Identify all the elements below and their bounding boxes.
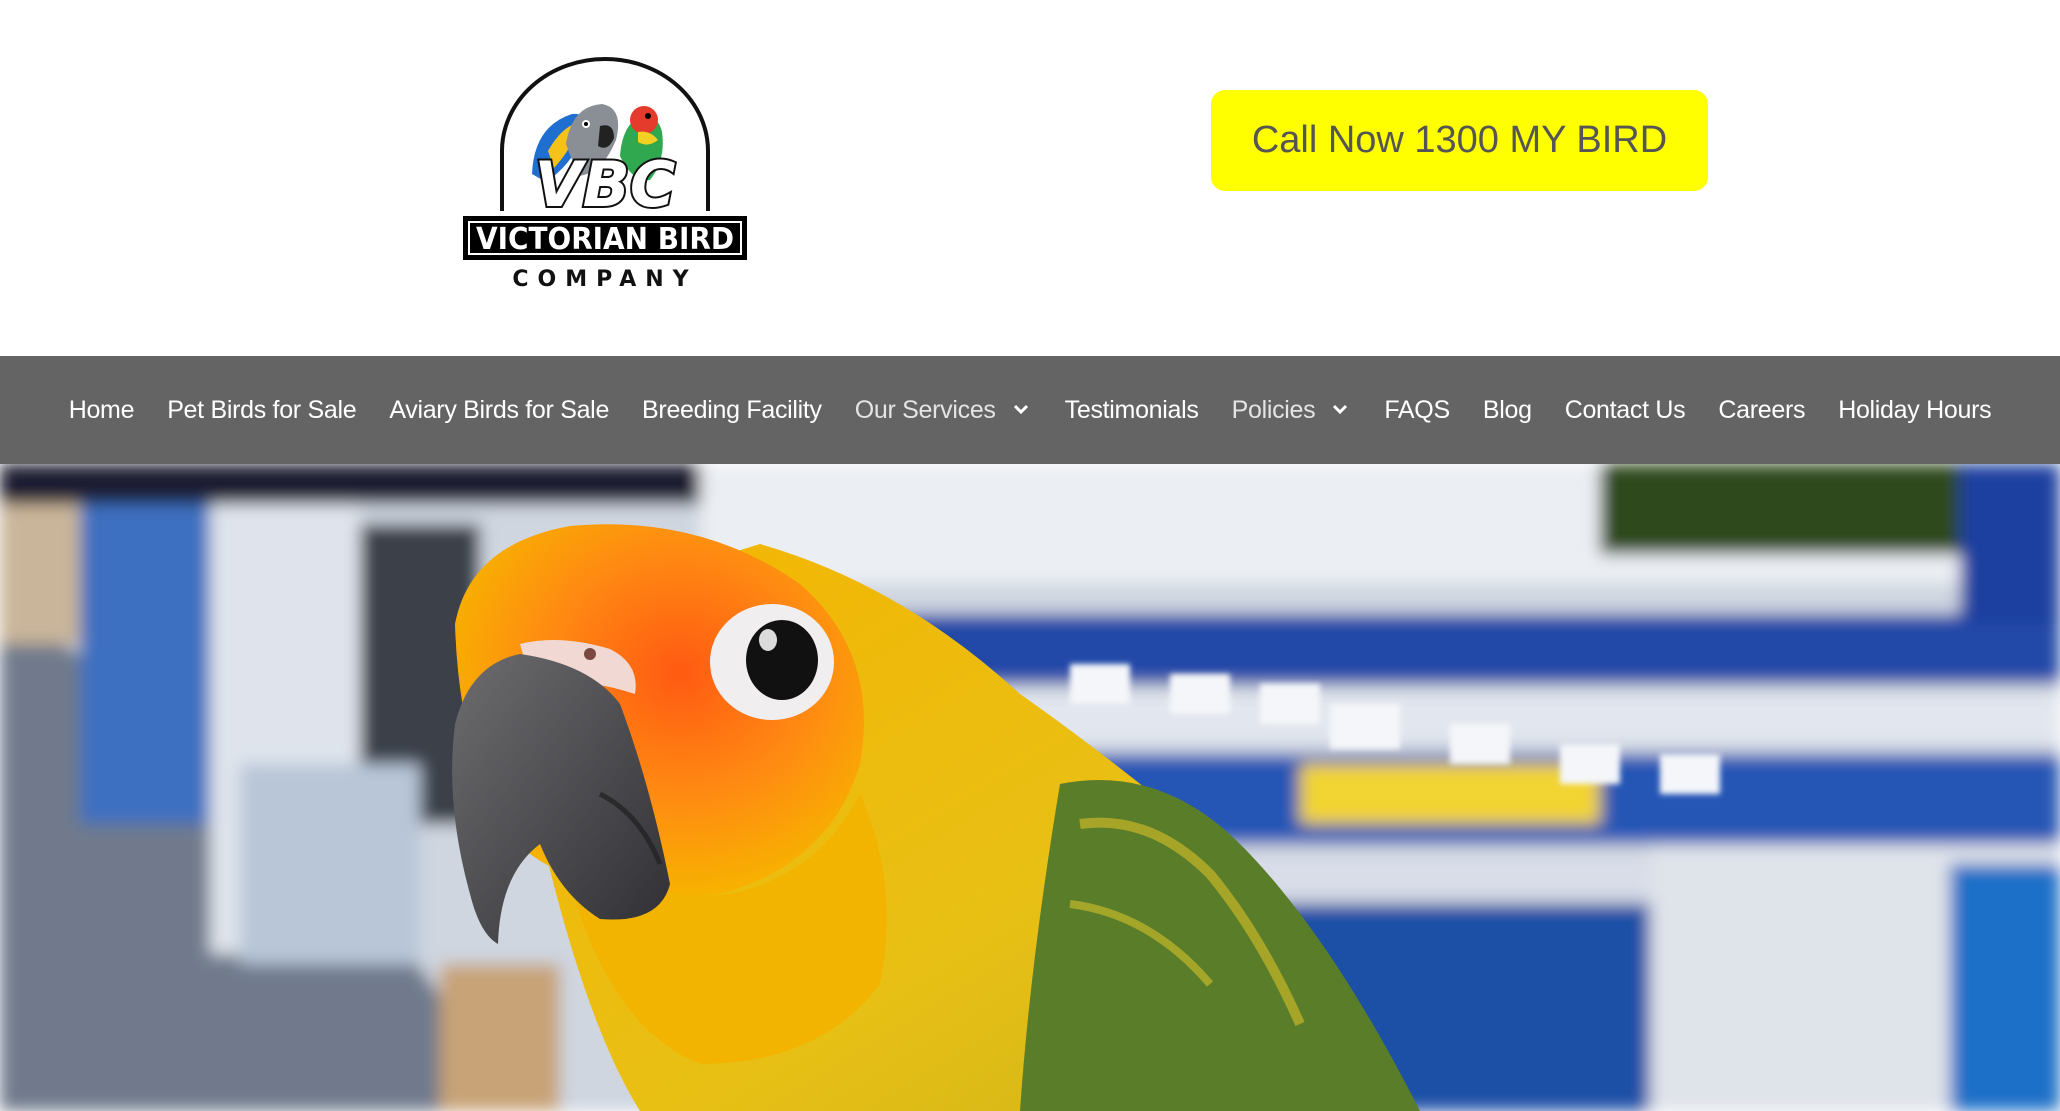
nav-item-pet-birds-for-sale[interactable]: Pet Birds for Sale [151,396,373,425]
nav-item-testimonials[interactable]: Testimonials [1048,396,1215,425]
logo-name: VICTORIAN BIRD [476,222,734,257]
nav-item-breeding-facility[interactable]: Breeding Facility [626,396,839,425]
nav-item-label: Aviary Birds for Sale [389,395,610,424]
nav-item-label: Breeding Facility [642,395,822,424]
nav-item-holiday-hours[interactable]: Holiday Hours [1822,396,2008,425]
call-now-button[interactable]: Call Now 1300 MY BIRD [1211,90,1708,191]
chevron-down-icon [1013,404,1028,415]
nav-item-label: FAQS [1384,395,1450,424]
nav-item-faqs[interactable]: FAQS [1368,396,1467,425]
nav-item-contact-us[interactable]: Contact Us [1548,396,1702,425]
nav-item-label: Testimonials [1064,395,1199,424]
logo-initials: VBC [535,148,676,221]
nav-item-label: Home [68,395,135,424]
chevron-down-icon [1333,404,1348,415]
nav-item-label: Holiday Hours [1838,395,1992,424]
nav-item-aviary-birds-for-sale[interactable]: Aviary Birds for Sale [373,396,626,425]
nav-item-label: Pet Birds for Sale [167,395,357,424]
nav-item-careers[interactable]: Careers [1702,396,1822,425]
main-navigation: Home Pet Birds for Sale Aviary Birds for… [0,356,2060,464]
nav-item-label: Blog [1482,395,1532,424]
nav-item-our-services[interactable]: Our Services [838,396,1048,425]
nav-item-label: Contact Us [1564,395,1686,424]
nav-item-policies[interactable]: Policies [1215,396,1368,425]
logo-subtitle: COMPANY [512,267,697,290]
hero-image [0,464,2060,1111]
nav-item-label: Our Services [854,395,996,424]
nav-item-label: Careers [1718,395,1806,424]
nav-item-blog[interactable]: Blog [1466,396,1548,425]
nav-item-home[interactable]: Home [52,396,151,425]
site-header: VBC VICTORIAN BIRD COMPANY Call Now 1300… [0,0,2060,356]
nav-item-label: Policies [1231,395,1316,424]
parrot-photo [0,464,2060,1111]
company-logo[interactable]: VBC VICTORIAN BIRD COMPANY [462,56,748,290]
